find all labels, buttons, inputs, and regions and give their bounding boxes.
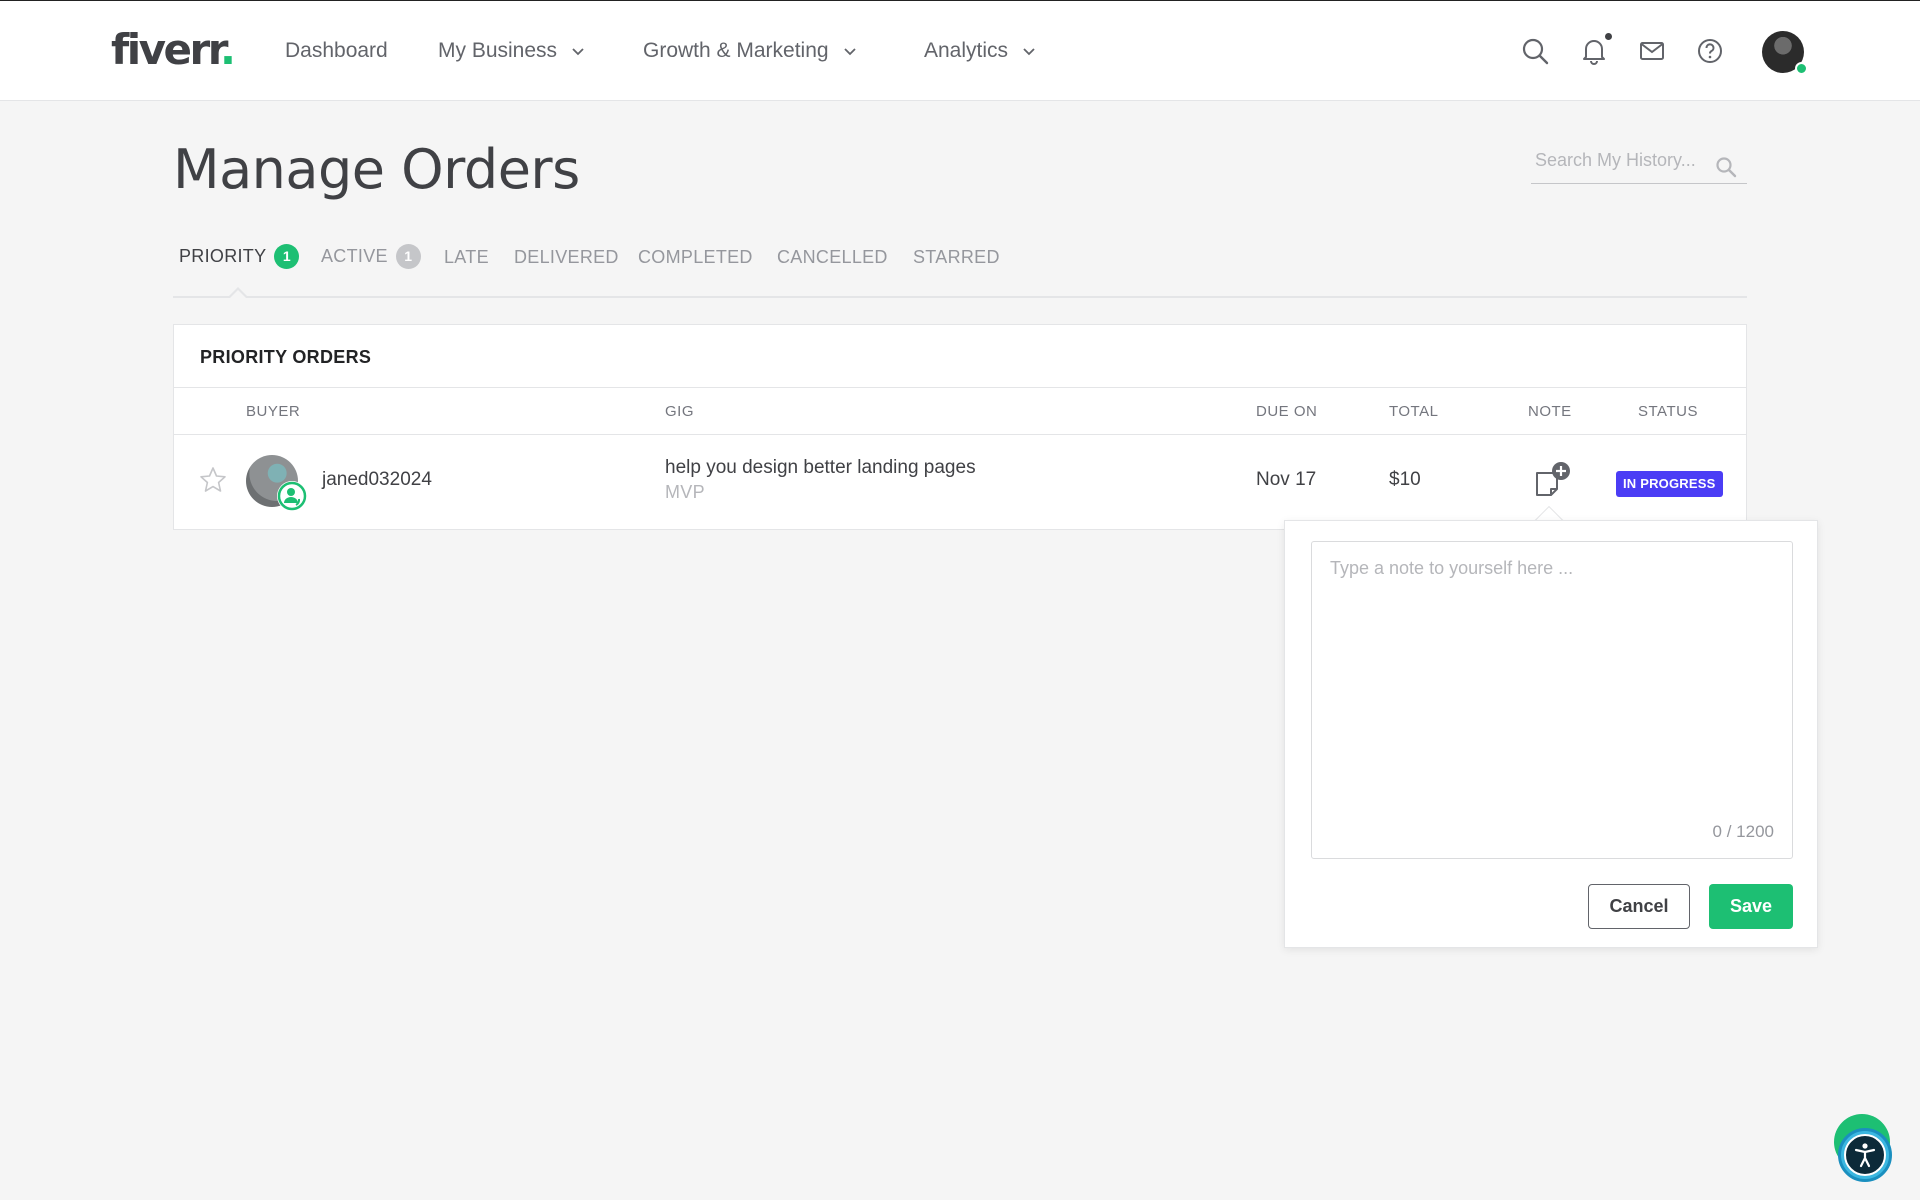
column-due-on: DUE ON bbox=[1256, 403, 1318, 420]
tab-late-label: LATE bbox=[444, 247, 489, 267]
bell-icon[interactable] bbox=[1579, 36, 1609, 66]
tab-late[interactable]: LATE bbox=[444, 247, 489, 268]
tab-active[interactable]: ACTIVE 1 bbox=[321, 244, 421, 269]
page-title: Manage Orders bbox=[173, 138, 580, 201]
gig-package: MVP bbox=[665, 482, 705, 502]
repeat-buyer-icon bbox=[277, 481, 307, 511]
mail-icon[interactable] bbox=[1637, 36, 1667, 66]
chevron-down-icon bbox=[1023, 48, 1035, 56]
accessibility-button[interactable] bbox=[1838, 1128, 1892, 1182]
user-avatar[interactable] bbox=[1762, 31, 1808, 75]
nav-my-business[interactable]: My Business bbox=[438, 39, 587, 63]
column-status: STATUS bbox=[1638, 403, 1698, 420]
priority-orders-card: PRIORITY ORDERS BUYER GIG DUE ON TOTAL N… bbox=[173, 324, 1747, 530]
active-tab-indicator bbox=[227, 287, 249, 299]
note-popover: 0 / 1200 Cancel Save bbox=[1284, 520, 1818, 948]
search-history bbox=[1531, 150, 1747, 184]
buyer-username[interactable]: janed032024 bbox=[322, 469, 432, 491]
tab-priority-label: PRIORITY bbox=[179, 246, 267, 266]
note-field-wrapper: 0 / 1200 bbox=[1311, 541, 1793, 859]
note-textarea[interactable] bbox=[1312, 542, 1792, 858]
order-tabs: PRIORITY 1 ACTIVE 1 LATE DELIVERED COMPL… bbox=[173, 244, 1747, 299]
search-icon[interactable] bbox=[1715, 156, 1737, 178]
chevron-down-icon bbox=[572, 48, 584, 56]
column-buyer: BUYER bbox=[246, 403, 301, 420]
tab-priority-count: 1 bbox=[274, 244, 300, 269]
search-icon[interactable] bbox=[1520, 36, 1550, 66]
tab-priority[interactable]: PRIORITY 1 bbox=[179, 244, 300, 269]
card-title: PRIORITY ORDERS bbox=[200, 347, 372, 367]
search-history-input[interactable] bbox=[1531, 150, 1711, 171]
cancel-button[interactable]: Cancel bbox=[1588, 884, 1690, 929]
fiverr-logo[interactable]: fiverr. bbox=[111, 25, 236, 74]
tab-delivered[interactable]: DELIVERED bbox=[514, 247, 619, 268]
help-icon[interactable] bbox=[1695, 36, 1725, 66]
nav-my-business-label: My Business bbox=[438, 39, 558, 62]
tab-starred-label: STARRED bbox=[913, 247, 1000, 267]
accessibility-icon bbox=[1844, 1134, 1886, 1176]
online-status-dot bbox=[1795, 62, 1808, 75]
table-row[interactable]: janed032024 help you design better landi… bbox=[174, 435, 1746, 529]
top-navbar: fiverr. Dashboard My Business Growth & M… bbox=[0, 0, 1920, 101]
nav-growth-marketing-label: Growth & Marketing bbox=[643, 39, 829, 62]
tab-active-label: ACTIVE bbox=[321, 246, 388, 266]
tab-starred[interactable]: STARRED bbox=[913, 247, 1000, 268]
tab-cancelled[interactable]: CANCELLED bbox=[777, 247, 888, 268]
column-note: NOTE bbox=[1528, 403, 1572, 420]
tab-cancelled-label: CANCELLED bbox=[777, 247, 888, 267]
nav-analytics-label: Analytics bbox=[924, 39, 1009, 62]
add-note-icon[interactable] bbox=[1531, 459, 1573, 501]
nav-dashboard[interactable]: Dashboard bbox=[285, 39, 388, 63]
nav-dashboard-label: Dashboard bbox=[285, 39, 388, 62]
notification-dot bbox=[1605, 33, 1612, 40]
save-button[interactable]: Save bbox=[1709, 884, 1793, 929]
order-total: $10 bbox=[1389, 469, 1421, 490]
due-date: Nov 17 bbox=[1256, 469, 1317, 490]
nav-analytics[interactable]: Analytics bbox=[924, 39, 1038, 63]
status-badge: IN PROGRESS bbox=[1616, 471, 1723, 497]
column-total: TOTAL bbox=[1389, 403, 1439, 420]
star-icon[interactable] bbox=[198, 465, 228, 495]
tab-completed-label: COMPLETED bbox=[638, 247, 753, 267]
character-counter: 0 / 1200 bbox=[1712, 822, 1774, 841]
tab-completed[interactable]: COMPLETED bbox=[638, 247, 753, 268]
gig-title[interactable]: help you design better landing pages bbox=[665, 457, 976, 479]
tab-active-count: 1 bbox=[395, 244, 421, 269]
chevron-down-icon bbox=[843, 48, 856, 56]
nav-growth-marketing[interactable]: Growth & Marketing bbox=[643, 39, 859, 63]
column-gig: GIG bbox=[665, 403, 695, 420]
table-header: BUYER GIG DUE ON TOTAL NOTE STATUS bbox=[174, 387, 1746, 435]
tab-delivered-label: DELIVERED bbox=[514, 247, 619, 267]
